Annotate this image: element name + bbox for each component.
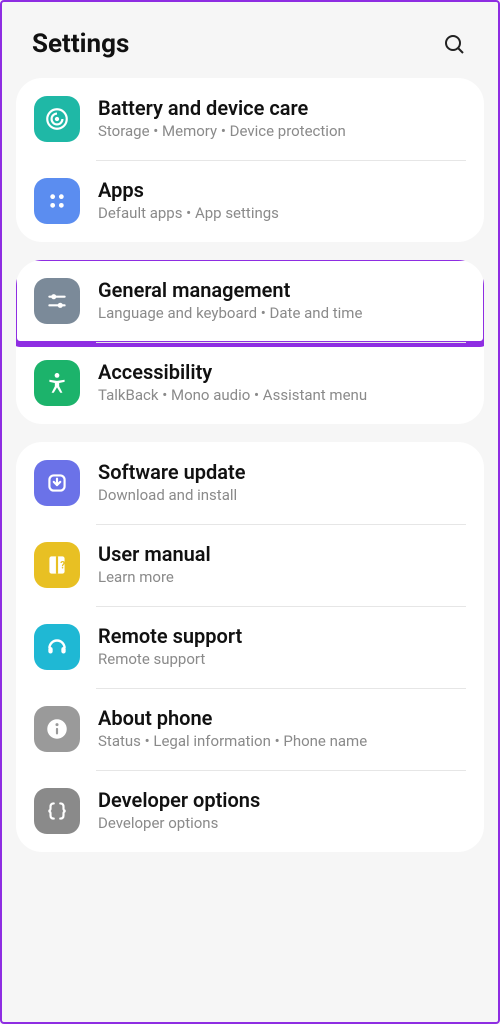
settings-item-text: AppsDefault apps • App settings — [98, 178, 466, 224]
battery-care-icon — [34, 96, 80, 142]
settings-group: General managementLanguage and keyboard … — [16, 260, 484, 424]
settings-item-software-update[interactable]: Software updateDownload and install — [16, 442, 484, 524]
search-icon — [442, 32, 466, 56]
settings-item-text: AccessibilityTalkBack • Mono audio • Ass… — [98, 360, 466, 406]
settings-item-text: Software updateDownload and install — [98, 460, 466, 506]
info-icon — [34, 706, 80, 752]
settings-item-about-phone[interactable]: About phoneStatus • Legal information • … — [16, 688, 484, 770]
settings-item-title: User manual — [98, 542, 466, 566]
settings-item-subtitle: Developer options — [98, 814, 466, 834]
settings-item-text: General managementLanguage and keyboard … — [98, 278, 466, 324]
book-icon: ? — [34, 542, 80, 588]
headset-icon — [34, 624, 80, 670]
page-title: Settings — [32, 29, 129, 59]
settings-item-subtitle: Remote support — [98, 650, 466, 670]
settings-item-subtitle: Learn more — [98, 568, 466, 588]
settings-item-apps[interactable]: AppsDefault apps • App settings — [16, 160, 484, 242]
settings-item-title: Remote support — [98, 624, 466, 648]
search-button[interactable] — [438, 28, 470, 60]
header: Settings — [2, 2, 498, 78]
settings-item-battery[interactable]: Battery and device careStorage • Memory … — [16, 78, 484, 160]
settings-item-title: Battery and device care — [98, 96, 466, 120]
sliders-icon — [34, 278, 80, 324]
settings-item-subtitle: TalkBack • Mono audio • Assistant menu — [98, 386, 466, 406]
settings-item-subtitle: Default apps • App settings — [98, 204, 466, 224]
settings-item-text: User manualLearn more — [98, 542, 466, 588]
settings-item-title: Software update — [98, 460, 466, 484]
settings-item-remote-support[interactable]: Remote supportRemote support — [16, 606, 484, 688]
braces-icon — [34, 788, 80, 834]
download-circle-icon — [34, 460, 80, 506]
apps-icon — [34, 178, 80, 224]
settings-item-subtitle: Status • Legal information • Phone name — [98, 732, 466, 752]
svg-text:?: ? — [60, 560, 65, 571]
accessibility-icon — [34, 360, 80, 406]
settings-item-accessibility[interactable]: AccessibilityTalkBack • Mono audio • Ass… — [16, 342, 484, 424]
settings-group: Battery and device careStorage • Memory … — [16, 78, 484, 242]
settings-item-title: About phone — [98, 706, 466, 730]
settings-item-text: About phoneStatus • Legal information • … — [98, 706, 466, 752]
settings-item-general[interactable]: General managementLanguage and keyboard … — [16, 260, 484, 342]
settings-item-subtitle: Download and install — [98, 486, 466, 506]
settings-item-title: General management — [98, 278, 466, 302]
settings-item-text: Battery and device careStorage • Memory … — [98, 96, 466, 142]
settings-item-subtitle: Storage • Memory • Device protection — [98, 122, 466, 142]
settings-item-text: Developer optionsDeveloper options — [98, 788, 466, 834]
settings-item-title: Accessibility — [98, 360, 466, 384]
settings-item-title: Apps — [98, 178, 466, 202]
settings-item-text: Remote supportRemote support — [98, 624, 466, 670]
settings-item-subtitle: Language and keyboard • Date and time — [98, 304, 466, 324]
settings-item-title: Developer options — [98, 788, 466, 812]
settings-group: Software updateDownload and install ? Us… — [16, 442, 484, 852]
settings-item-user-manual[interactable]: ? User manualLearn more — [16, 524, 484, 606]
settings-item-developer-options[interactable]: Developer optionsDeveloper options — [16, 770, 484, 852]
